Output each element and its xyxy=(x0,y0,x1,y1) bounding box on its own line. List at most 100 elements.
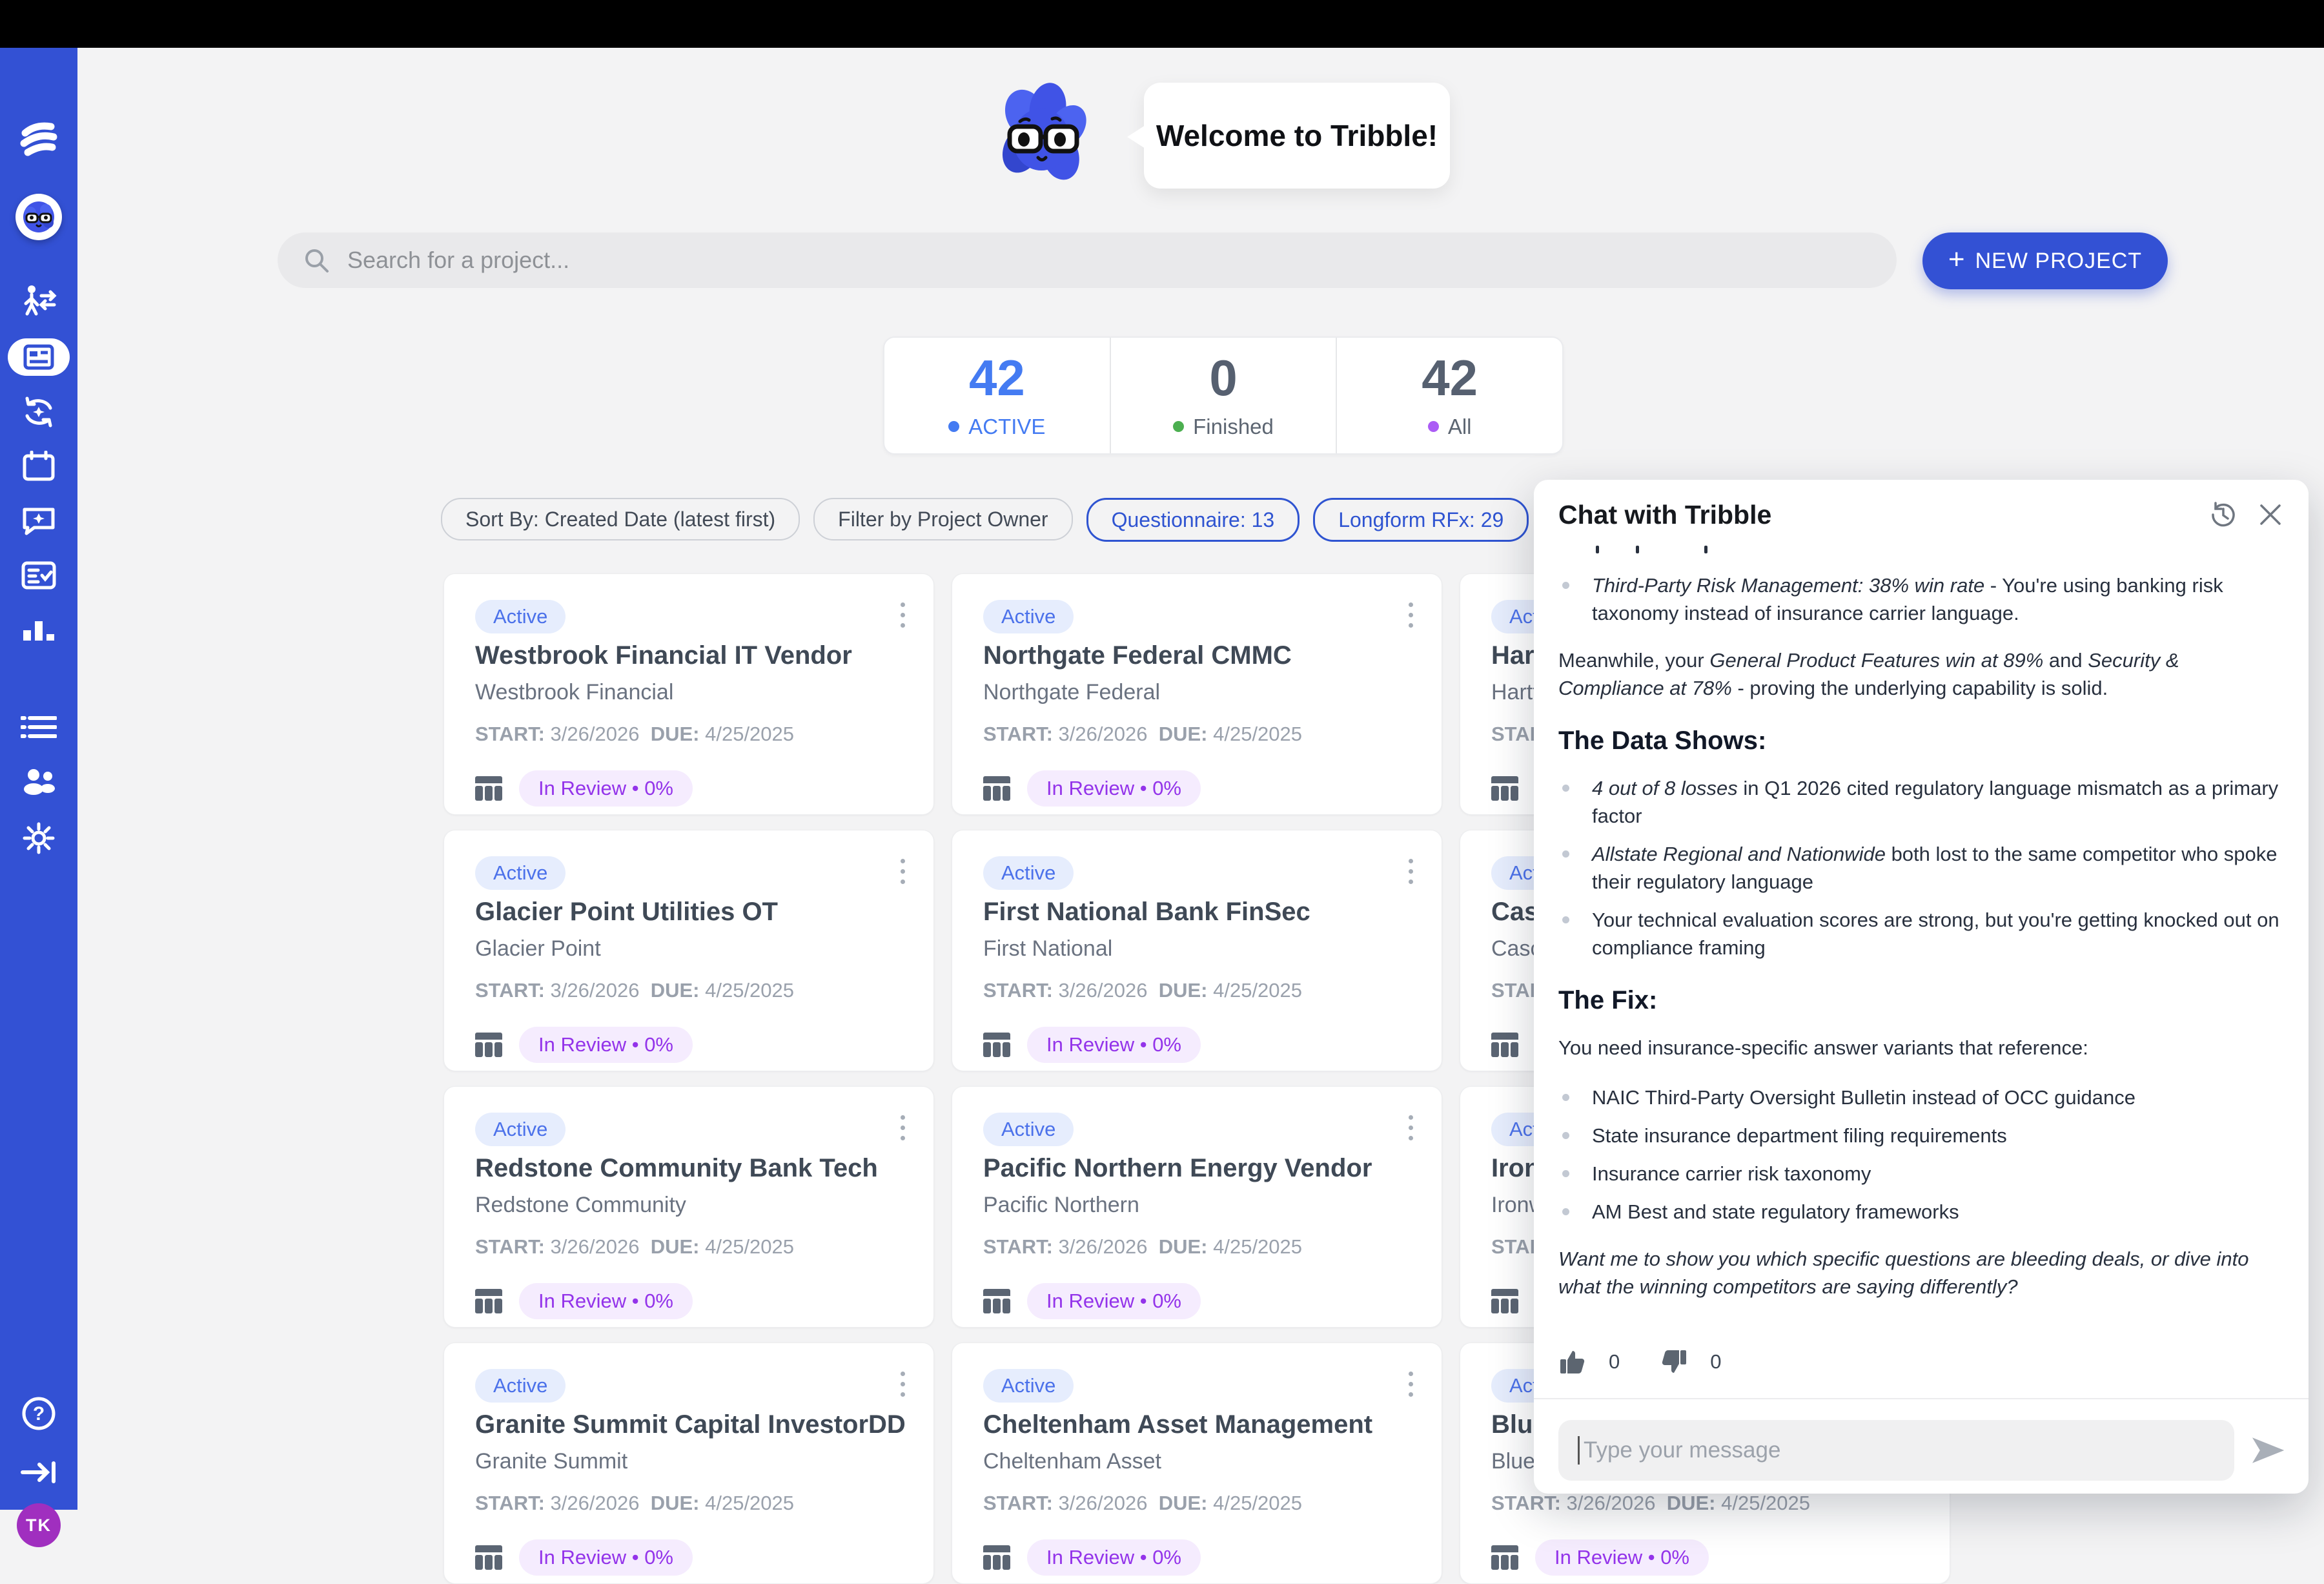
send-icon[interactable] xyxy=(2251,1437,2284,1463)
status-badge: Active xyxy=(983,1113,1074,1146)
card-subtitle: Glacier Point xyxy=(475,936,601,962)
card-dates: START: 3/26/2026 DUE: 4/25/2025 xyxy=(983,1492,1302,1515)
card-subtitle: Hartf xyxy=(1491,680,1539,705)
page-title: Welcome to Tribble! xyxy=(1156,118,1438,153)
project-card[interactable]: Active First National Bank FinSec First … xyxy=(952,830,1442,1071)
questionnaire-chip[interactable]: Questionnaire: 13 xyxy=(1086,498,1300,542)
filter-owner-chip[interactable]: Filter by Project Owner xyxy=(813,498,1072,540)
review-badge: In Review • 0% xyxy=(1027,1027,1201,1063)
table-icon xyxy=(1491,1033,1518,1057)
people-icon[interactable] xyxy=(0,767,77,796)
top-bar xyxy=(0,0,2324,48)
status-badge: Active xyxy=(983,1369,1074,1403)
table-icon xyxy=(983,1545,1010,1570)
project-card[interactable]: Active Redstone Community Bank Tech Reds… xyxy=(443,1086,934,1328)
thumbs-down-icon[interactable] xyxy=(1660,1348,1688,1376)
mascot-avatar[interactable] xyxy=(15,194,62,240)
longform-chip[interactable]: Longform RFx: 29 xyxy=(1313,498,1529,542)
card-dates: START: 3/26/2026 DUE: 4/25/2025 xyxy=(1491,1492,1810,1515)
sidebar: ? TK xyxy=(0,48,77,1510)
chat-message: Third-Party Risk Management: 38% win rat… xyxy=(1558,544,2284,1339)
card-menu-icon[interactable] xyxy=(1409,602,1413,628)
tribble-logo-icon[interactable] xyxy=(0,119,77,159)
card-title: Redstone Community Bank Tech xyxy=(475,1154,908,1183)
active-dot xyxy=(948,421,959,432)
search-input[interactable] xyxy=(346,246,1833,274)
card-dates: START: 3/26/2026 DUE: 4/25/2025 xyxy=(475,723,794,746)
project-card[interactable]: Active Glacier Point Utilities OT Glacie… xyxy=(443,830,934,1071)
project-card[interactable]: Active Cheltenham Asset Management Chelt… xyxy=(952,1342,1442,1584)
table-icon xyxy=(475,1545,502,1570)
settings-gear-icon[interactable] xyxy=(0,821,77,855)
review-badge: In Review • 0% xyxy=(519,1027,693,1063)
likes-count: 0 xyxy=(1609,1350,1620,1373)
card-title: Northgate Federal CMMC xyxy=(983,641,1416,670)
card-subtitle: Redstone Community xyxy=(475,1193,686,1218)
thumbs-up-icon[interactable] xyxy=(1558,1348,1587,1376)
clipped-line xyxy=(1558,544,2284,555)
chat-title: Chat with Tribble xyxy=(1558,500,2208,530)
finished-dot xyxy=(1173,421,1184,432)
sort-by-chip[interactable]: Sort By: Created Date (latest first) xyxy=(441,498,800,540)
review-badge: In Review • 0% xyxy=(519,770,693,807)
review-badge: In Review • 0% xyxy=(1027,1283,1201,1319)
project-card[interactable]: Active Pacific Northern Energy Vendor Pa… xyxy=(952,1086,1442,1328)
card-title: Westbrook Financial IT Vendor xyxy=(475,641,908,670)
chat-input[interactable] xyxy=(1558,1420,2234,1481)
card-subtitle: Cheltenham Asset xyxy=(983,1449,1161,1474)
new-project-button[interactable]: + NEW PROJECT xyxy=(1922,232,2168,289)
card-subtitle: First National xyxy=(983,936,1112,962)
stat-active[interactable]: 42 ACTIVE xyxy=(884,338,1110,453)
stat-all[interactable]: 42 All xyxy=(1336,338,1562,453)
table-icon xyxy=(1491,1545,1518,1570)
card-menu-icon[interactable] xyxy=(901,602,905,628)
card-dates: START: 3/26/2026 DUE: 4/25/2025 xyxy=(983,1235,1302,1259)
card-dates: START: 3/26/2026 DUE: 4/25/2025 xyxy=(983,979,1302,1002)
chat-panel: Chat with Tribble Third-Party Risk Manag… xyxy=(1534,480,2309,1494)
sync-icon[interactable] xyxy=(0,395,77,429)
history-icon[interactable] xyxy=(2208,499,2239,530)
svg-text:?: ? xyxy=(33,1403,45,1425)
analytics-icon[interactable] xyxy=(0,616,77,644)
all-dot xyxy=(1428,421,1439,432)
handoff-icon[interactable] xyxy=(0,284,77,318)
calendar-icon[interactable] xyxy=(0,451,77,482)
project-card[interactable]: Active Granite Summit Capital InvestorDD… xyxy=(443,1342,934,1584)
status-badge: Active xyxy=(983,600,1074,633)
card-title: Cheltenham Asset Management xyxy=(983,1410,1416,1439)
table-icon xyxy=(475,1033,502,1057)
welcome-bubble: Welcome to Tribble! xyxy=(1144,83,1450,189)
card-menu-icon[interactable] xyxy=(901,1115,905,1140)
card-menu-icon[interactable] xyxy=(1409,1372,1413,1397)
search-icon xyxy=(303,247,329,273)
project-card[interactable]: Active Northgate Federal CMMC Northgate … xyxy=(952,573,1442,815)
text-caret xyxy=(1578,1436,1580,1465)
user-avatar[interactable]: TK xyxy=(17,1503,61,1547)
table-icon xyxy=(983,776,1010,801)
card-menu-icon[interactable] xyxy=(901,859,905,884)
project-search[interactable] xyxy=(278,232,1897,288)
card-dates: START: 3/26/2026 DUE: 4/25/2025 xyxy=(475,1235,794,1259)
status-badge: Active xyxy=(475,1113,566,1146)
review-badge: In Review • 0% xyxy=(1535,1539,1709,1576)
card-menu-icon[interactable] xyxy=(901,1372,905,1397)
help-icon[interactable]: ? xyxy=(0,1396,77,1431)
card-menu-icon[interactable] xyxy=(1409,859,1413,884)
queue-icon[interactable] xyxy=(0,713,77,741)
project-card[interactable]: Active Westbrook Financial IT Vendor Wes… xyxy=(443,573,934,815)
close-icon[interactable] xyxy=(2257,501,2284,528)
plus-icon: + xyxy=(1948,245,1965,274)
chat-sparkle-icon[interactable] xyxy=(0,505,77,536)
stat-finished[interactable]: 0 Finished xyxy=(1110,338,1336,453)
tribble-mascot xyxy=(986,81,1096,194)
message-input[interactable] xyxy=(1582,1437,2192,1464)
status-badge: Active xyxy=(475,600,566,633)
tasks-icon[interactable] xyxy=(0,561,77,590)
filter-row: Sort By: Created Date (latest first) Fil… xyxy=(441,498,1529,542)
sign-out-icon[interactable] xyxy=(0,1461,77,1484)
card-title: First National Bank FinSec xyxy=(983,898,1416,927)
review-badge: In Review • 0% xyxy=(1027,770,1201,807)
card-menu-icon[interactable] xyxy=(1409,1115,1413,1140)
status-badge: Active xyxy=(475,856,566,890)
sidebar-item-projects-active[interactable] xyxy=(8,338,70,376)
